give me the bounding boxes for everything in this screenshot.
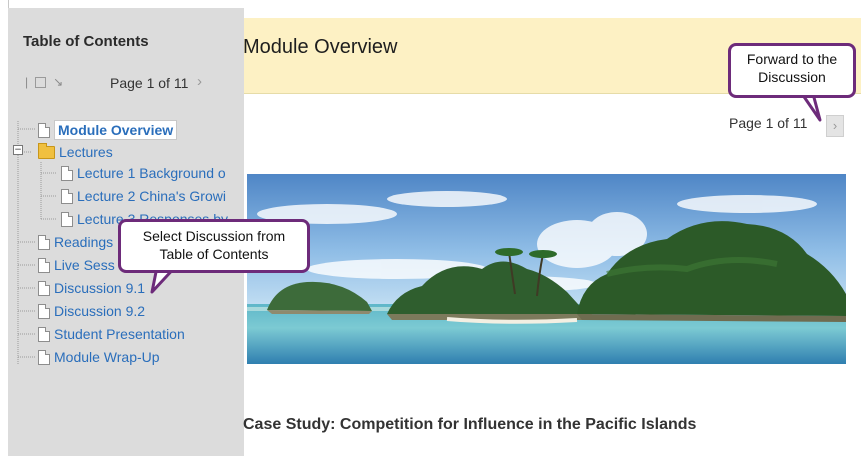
folder-icon (38, 142, 55, 159)
section-heading: Case Study: Competition for Influence in… (243, 416, 697, 433)
expand-all-icon[interactable] (35, 76, 47, 88)
toc-item-lecture-1[interactable]: Lecture 1 Background o (61, 165, 231, 181)
toc-item-lectures[interactable]: Lectures (38, 142, 113, 160)
arrow-icon[interactable]: ↘ (53, 75, 63, 89)
toc-item-label: Readings (54, 234, 114, 250)
page-icon (61, 211, 73, 227)
collapse-icon[interactable]: | (25, 75, 28, 89)
page-icon (38, 122, 50, 138)
toc-item-discussion-9-1[interactable]: Discussion 9.1 (38, 280, 145, 296)
toc-item-readings[interactable]: Readings (38, 234, 113, 250)
page-icon (38, 303, 50, 319)
page-title: Module Overview (243, 36, 398, 58)
collapse-toggle-icon[interactable]: − (13, 145, 23, 155)
page-icon (38, 280, 50, 296)
toc-item-discussion-9-2[interactable]: Discussion 9.2 (38, 303, 145, 319)
toc-item-live-session[interactable]: Live Sess (38, 257, 115, 273)
callout-forward-to-discussion: Forward to the Discussion (728, 43, 856, 98)
toc-item-module-overview[interactable]: Module Overview (38, 120, 178, 140)
toc-item-student-presentation[interactable]: Student Presentation (38, 326, 185, 342)
toc-next-icon[interactable]: › (197, 73, 202, 90)
page-icon (38, 326, 50, 342)
toc-item-label: Discussion 9.1 (54, 280, 146, 296)
page-icon (38, 257, 50, 273)
toc-item-label: Discussion 9.2 (54, 303, 146, 319)
page-icon (61, 165, 73, 181)
callout-select-discussion: Select Discussion from Table of Contents (118, 219, 310, 273)
toc-item-lecture-2[interactable]: Lecture 2 China's Growi (61, 188, 231, 204)
page-icon (38, 234, 50, 250)
toc-item-label: Lecture 1 Background o (77, 165, 226, 181)
toc-item-label: Lecture 2 China's Growi (77, 188, 226, 204)
toc-item-label: Live Sess (54, 257, 115, 273)
toc-title: Table of Contents (23, 33, 149, 50)
toc-toolbar: | ↘ (25, 75, 63, 89)
toc-page-indicator: Page 1 of 11 (110, 75, 189, 91)
toc-item-label: Module Overview (54, 120, 178, 140)
page-icon (61, 188, 73, 204)
toc-item-label: Student Presentation (54, 326, 185, 342)
page-icon (38, 349, 50, 365)
toc-item-module-wrap-up[interactable]: Module Wrap-Up (38, 349, 160, 365)
island-banner-image (247, 174, 846, 364)
toc-item-label: Module Wrap-Up (54, 349, 160, 365)
top-border (244, 8, 861, 18)
toc-item-label: Lectures (59, 144, 113, 160)
